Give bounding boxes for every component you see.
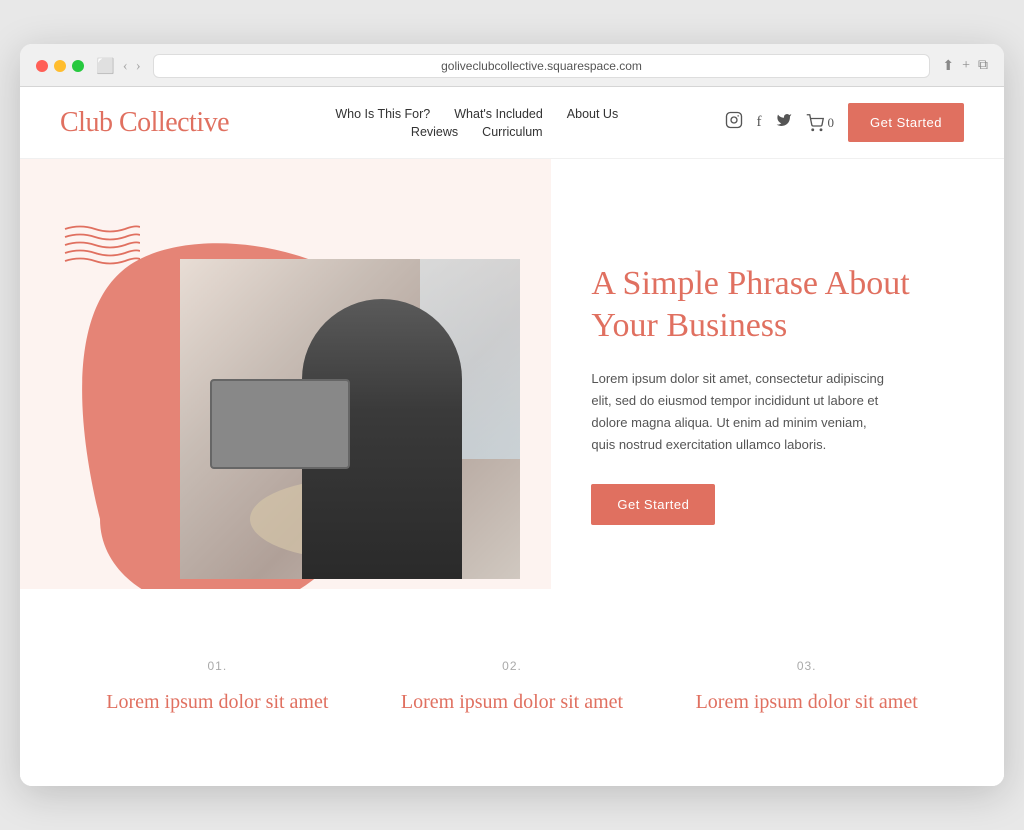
feature-number-3: 03.	[689, 659, 924, 673]
features-section: 01. Lorem ipsum dolor sit amet 02. Lorem…	[20, 589, 1004, 786]
maximize-button[interactable]	[72, 60, 84, 72]
header-get-started-button[interactable]: Get Started	[848, 103, 964, 142]
browser-controls: ⬜ ‹ ›	[96, 57, 141, 76]
close-button[interactable]	[36, 60, 48, 72]
nav-who-is-this-for[interactable]: Who Is This For?	[335, 107, 430, 121]
instagram-icon[interactable]	[725, 111, 743, 134]
nav-whats-included[interactable]: What's Included	[454, 107, 543, 121]
hero-get-started-button[interactable]: Get Started	[591, 484, 715, 525]
share-icon[interactable]: ⬆	[942, 58, 954, 75]
minimize-button[interactable]	[54, 60, 66, 72]
nav-about-us[interactable]: About Us	[567, 107, 618, 121]
new-tab-icon[interactable]: +	[962, 58, 970, 75]
address-bar[interactable]: goliveclubcollective.squarespace.com	[153, 54, 931, 78]
traffic-lights	[36, 60, 84, 72]
hero-left	[20, 159, 551, 589]
hero-image	[180, 259, 520, 579]
nav-curriculum[interactable]: Curriculum	[482, 125, 542, 139]
photo-laptop	[210, 379, 350, 469]
hero-section: A Simple Phrase About Your Business Lore…	[20, 159, 1004, 589]
feature-number-1: 01.	[100, 659, 335, 673]
forward-icon[interactable]: ›	[136, 58, 141, 75]
duplicate-icon[interactable]: ⧉	[978, 58, 988, 75]
browser-window: ⬜ ‹ › goliveclubcollective.squarespace.c…	[20, 44, 1004, 786]
feature-title-1: Lorem ipsum dolor sit amet	[100, 689, 335, 716]
feature-title-2: Lorem ipsum dolor sit amet	[395, 689, 630, 716]
hero-right: A Simple Phrase About Your Business Lore…	[551, 159, 1004, 589]
browser-chrome: ⬜ ‹ › goliveclubcollective.squarespace.c…	[20, 44, 1004, 87]
browser-actions: ⬆ + ⧉	[942, 58, 988, 75]
website: Club Collective Who Is This For? What's …	[20, 87, 1004, 786]
hero-headline: A Simple Phrase About Your Business	[591, 263, 954, 348]
back-icon[interactable]: ‹	[123, 58, 128, 75]
nav-row-1: Who Is This For? What's Included About U…	[335, 107, 618, 121]
facebook-icon[interactable]: f	[757, 114, 762, 131]
nav-row-2: Reviews Curriculum	[411, 125, 543, 139]
feature-item-2: 02. Lorem ipsum dolor sit amet	[375, 639, 650, 736]
hero-photo-bg	[180, 259, 520, 579]
cart-area[interactable]: 0	[806, 114, 835, 132]
feature-item-3: 03. Lorem ipsum dolor sit amet	[669, 639, 944, 736]
feature-title-3: Lorem ipsum dolor sit amet	[689, 689, 924, 716]
site-header: Club Collective Who Is This For? What's …	[20, 87, 1004, 159]
main-nav: Who Is This For? What's Included About U…	[229, 107, 724, 139]
twitter-icon[interactable]	[776, 112, 792, 133]
header-right: f 0 Get Started	[725, 103, 964, 142]
sidebar-toggle-icon[interactable]: ⬜	[96, 57, 115, 76]
feature-number-2: 02.	[395, 659, 630, 673]
site-logo[interactable]: Club Collective	[60, 107, 229, 139]
cart-count: 0	[828, 115, 835, 131]
feature-item-1: 01. Lorem ipsum dolor sit amet	[80, 639, 355, 736]
nav-reviews[interactable]: Reviews	[411, 125, 458, 139]
hero-body-text: Lorem ipsum dolor sit amet, consectetur …	[591, 368, 891, 456]
